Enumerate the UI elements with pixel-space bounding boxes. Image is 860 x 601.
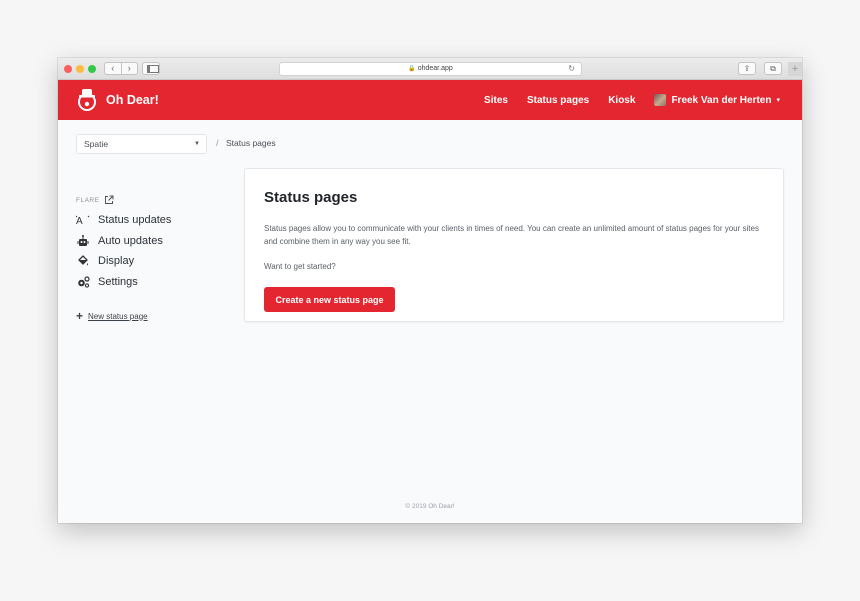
share-button[interactable]: ⇪ (738, 62, 756, 75)
lock-icon: 🔒 (408, 66, 416, 72)
browser-window: ‹ › 🔒 ohdear.app ↻ ⇪ ⧉ + Oh Dear! Sites S… (58, 58, 802, 523)
sidebar-item-label: Display (98, 255, 135, 268)
forward-button[interactable]: › (122, 63, 138, 74)
team-select[interactable]: Spatie ▼ (76, 134, 207, 154)
sidebar-item-display[interactable]: Display (76, 251, 171, 272)
tabs-overview-button[interactable]: ⧉ (764, 62, 782, 75)
external-link-icon[interactable] (104, 195, 114, 205)
nav-status-pages[interactable]: Status pages (527, 95, 589, 106)
new-status-page-label: New status page (88, 311, 148, 321)
sidebar-menu: A Status updates Auto updates Display Se… (76, 210, 171, 292)
back-button[interactable]: ‹ (105, 63, 122, 74)
browser-toolbar: ‹ › 🔒 ohdear.app ↻ ⇪ ⧉ + (58, 58, 802, 80)
svg-text:A: A (76, 216, 83, 226)
new-status-page-link[interactable]: + New status page (76, 309, 148, 323)
sidebar-item-label: Settings (98, 275, 138, 288)
avatar (654, 94, 667, 106)
close-window-button[interactable] (64, 65, 72, 73)
sidebar-item-label: Auto updates (98, 234, 163, 247)
get-started-text: Want to get started? (264, 262, 336, 271)
sidebar-item-auto-updates[interactable]: Auto updates (76, 231, 171, 252)
sidebar-toggle-button[interactable] (142, 62, 160, 75)
app-header: Oh Dear! Sites Status pages Kiosk Freek … (58, 80, 802, 120)
brand-name[interactable]: Oh Dear! (106, 80, 159, 120)
zoom-window-button[interactable] (88, 65, 96, 73)
robot-icon (76, 234, 90, 248)
footer-copyright: © 2019 Oh Dear! (405, 503, 455, 510)
sidebar-item-label: Status updates (98, 214, 172, 227)
user-name: Freek Van der Herten (671, 94, 772, 106)
create-status-page-button[interactable]: Create a new status page (264, 287, 395, 312)
sidebar-section-title: FLARE (76, 195, 114, 205)
nav-kiosk[interactable]: Kiosk (608, 95, 635, 106)
breadcrumb-current: Status pages (226, 138, 276, 148)
top-navigation: Sites Status pages Kiosk Freek Van der H… (465, 80, 780, 120)
nav-sites[interactable]: Sites (484, 95, 508, 106)
sidebar-item-status-updates[interactable]: A Status updates (76, 210, 171, 231)
sidebar-item-settings[interactable]: Settings (76, 272, 171, 293)
address-bar[interactable]: 🔒 ohdear.app ↻ (279, 62, 582, 76)
status-pages-card: Status pages Status pages allow you to c… (244, 168, 784, 322)
chevron-down-icon: ▾ (776, 97, 780, 104)
user-menu[interactable]: Freek Van der Herten ▾ (654, 94, 780, 106)
oh-dear-logo-icon[interactable] (76, 87, 98, 111)
gears-icon (76, 275, 90, 289)
chevron-down-icon: ▼ (194, 141, 200, 147)
history-buttons: ‹ › (104, 62, 138, 75)
megaphone-icon: A (76, 213, 90, 227)
page-description: Status pages allow you to communicate wi… (264, 224, 759, 246)
url-text: ohdear.app (417, 65, 453, 72)
new-tab-button[interactable]: + (788, 62, 802, 76)
paint-bucket-icon (76, 254, 90, 268)
team-select-value: Spatie (84, 139, 109, 149)
breadcrumb-separator: / (216, 138, 219, 148)
minimize-window-button[interactable] (76, 65, 84, 73)
plus-icon: + (76, 309, 84, 323)
reload-icon[interactable]: ↻ (568, 63, 575, 75)
page-title: Status pages (264, 189, 358, 206)
section-title-text: FLARE (76, 196, 100, 204)
